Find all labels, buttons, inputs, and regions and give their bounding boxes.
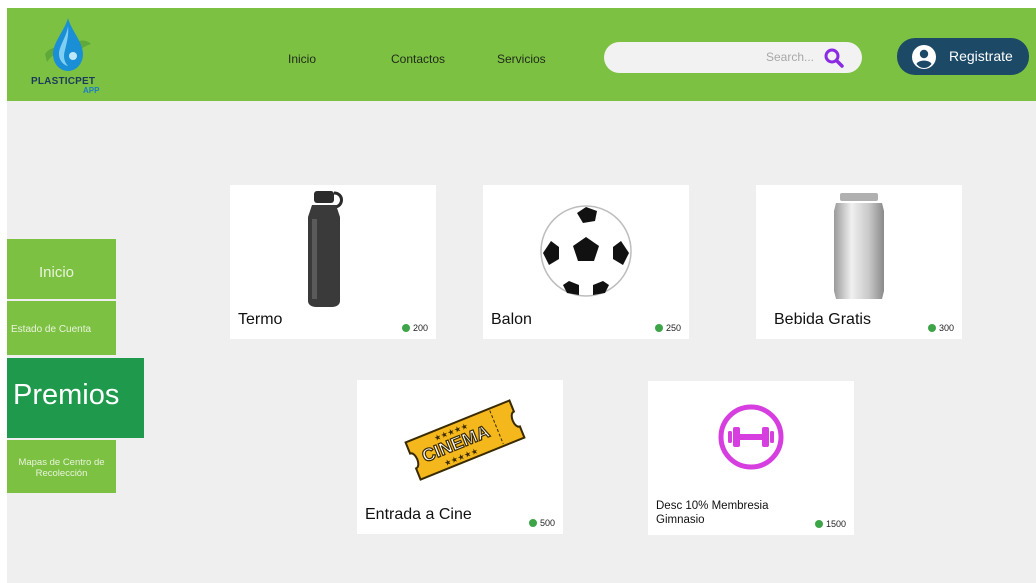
points-value: 1500 xyxy=(825,519,846,529)
coin-icon xyxy=(528,519,537,527)
prize-card-termo[interactable]: Termo 200 xyxy=(230,185,436,339)
register-label: Registrate xyxy=(949,48,1013,64)
nav-inicio[interactable]: Inicio xyxy=(288,52,316,66)
sidebar-item-label: Inicio xyxy=(39,264,75,281)
register-button[interactable]: Registrate xyxy=(897,38,1029,75)
prize-points: 200 xyxy=(401,323,428,333)
prize-name: Bebida Gratis xyxy=(774,311,871,328)
prize-points: 300 xyxy=(927,323,954,333)
brand-sub: APP xyxy=(83,86,100,95)
search-placeholder: Search... xyxy=(765,50,814,64)
search-icon[interactable] xyxy=(824,48,844,68)
header-bar: PLASTICPET APP Inicio Contactos Servicio… xyxy=(7,8,1036,101)
sidebar-item-label: Estado de Cuenta xyxy=(11,324,92,335)
prize-points: 1500 xyxy=(814,519,846,529)
drink-can-icon xyxy=(834,193,884,299)
sidebar-item-inicio[interactable]: Inicio xyxy=(7,239,116,299)
coin-icon xyxy=(814,520,823,528)
sidebar-item-mapas[interactable]: Mapas de Centro de Recolección xyxy=(7,440,116,493)
points-value: 500 xyxy=(539,518,555,528)
coin-icon xyxy=(401,324,410,332)
sidebar-item-label: Mapas de Centro de Recolección xyxy=(18,457,105,479)
sidebar-item-premios[interactable]: Premios xyxy=(7,358,144,438)
search-input[interactable]: Search... xyxy=(604,42,862,73)
app-frame: PLASTICPET APP Inicio Contactos Servicio… xyxy=(7,8,1036,583)
prize-card-gimnasio[interactable]: Desc 10% Membresia Gimnasio 1500 xyxy=(648,381,854,535)
prize-points: 500 xyxy=(528,518,555,528)
prize-card-balon[interactable]: Balon 250 xyxy=(483,185,689,339)
sidebar-item-estado-de-cuenta[interactable]: Estado de Cuenta xyxy=(7,301,116,355)
coin-icon xyxy=(654,324,663,332)
cinema-ticket-icon: CINEMA ★★★★★ ★★★★★ xyxy=(404,399,526,481)
dumbbell-icon xyxy=(718,404,784,470)
water-bottle-icon xyxy=(308,191,343,307)
sidebar-item-label: Premios xyxy=(13,379,120,411)
points-value: 250 xyxy=(665,323,681,333)
points-value: 300 xyxy=(938,323,954,333)
prize-card-entrada-a-cine[interactable]: CINEMA ★★★★★ ★★★★★ Entrada a Cine 500 xyxy=(357,380,563,534)
coin-icon xyxy=(927,324,936,332)
prize-name: Desc 10% Membresia Gimnasio xyxy=(656,500,769,526)
nav-contactos[interactable]: Contactos xyxy=(391,52,445,66)
prize-name: Entrada a Cine xyxy=(365,506,472,523)
prize-card-bebida-gratis[interactable]: Bebida Gratis 300 xyxy=(756,185,962,339)
water-drop-icon xyxy=(45,18,91,71)
prize-name: Termo xyxy=(238,311,283,328)
user-icon xyxy=(912,45,936,69)
prize-name: Balon xyxy=(491,311,532,328)
prize-points: 250 xyxy=(654,323,681,333)
brand-logo[interactable]: PLASTICPET APP xyxy=(25,16,111,96)
nav-servicios[interactable]: Servicios xyxy=(497,52,546,66)
soccer-ball-icon xyxy=(540,205,632,297)
points-value: 200 xyxy=(412,323,428,333)
